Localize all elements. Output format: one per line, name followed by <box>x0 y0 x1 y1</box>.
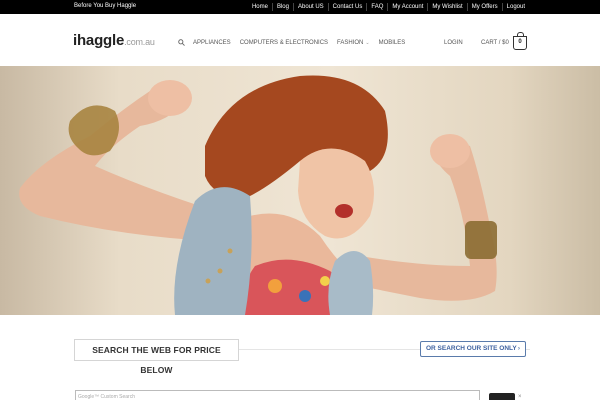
tagline: Before You Buy Haggle <box>74 3 137 9</box>
search-site-only-label: OR SEARCH OUR SITE ONLY <box>426 345 517 352</box>
top-link-contact[interactable]: Contact Us <box>327 3 367 11</box>
site-header: ihaggle.com.au APPLIANCES COMPUTERS & EL… <box>0 14 600 66</box>
cart-link[interactable]: CART / $0 <box>481 40 509 46</box>
nav-item-computers-electronics[interactable]: COMPUTERS & ELECTRONICS <box>240 40 328 46</box>
top-link-about[interactable]: About US <box>292 3 328 11</box>
top-link-faq[interactable]: FAQ <box>366 3 387 11</box>
nav-item-mobiles[interactable]: MOBILES <box>379 40 406 46</box>
top-link-home[interactable]: Home <box>248 3 272 11</box>
top-bar: Before You Buy Haggle Home Blog About US… <box>0 0 600 14</box>
login-link[interactable]: LOGIN <box>444 40 463 46</box>
search-web-title: SEARCH THE WEB FOR PRICE BELOW <box>74 339 239 375</box>
hero-banner <box>0 66 600 315</box>
logo-main: ihaggle <box>73 32 125 49</box>
cart-count: 0 <box>518 39 522 45</box>
custom-search-input[interactable]: Google™ Custom Search <box>75 390 480 400</box>
main-nav: APPLIANCES COMPUTERS & ELECTRONICS FASHI… <box>193 40 414 46</box>
logo-tld: .com.au <box>124 37 155 47</box>
search-site-only-button[interactable]: OR SEARCH OUR SITE ONLY › <box>420 341 526 357</box>
search-icon[interactable] <box>178 39 185 46</box>
hero-photo <box>19 75 497 315</box>
chevron-right-icon: › <box>517 345 520 352</box>
custom-search-placeholder: Google™ Custom Search <box>78 394 135 400</box>
top-link-my-offers[interactable]: My Offers <box>466 3 502 11</box>
nav-item-appliances[interactable]: APPLIANCES <box>193 40 231 46</box>
top-link-my-wishlist[interactable]: My Wishlist <box>427 3 466 11</box>
chevron-down-icon: ⌄ <box>365 40 370 46</box>
top-link-logout[interactable]: Logout <box>501 3 529 11</box>
clear-icon[interactable]: × <box>518 394 522 400</box>
site-logo[interactable]: ihaggle.com.au <box>73 32 155 49</box>
top-link-blog[interactable]: Blog <box>271 3 293 11</box>
custom-search-button[interactable] <box>489 393 515 400</box>
cart-icon[interactable]: 0 <box>513 32 527 50</box>
top-links: Home Blog About US Contact Us FAQ My Acc… <box>248 0 529 14</box>
top-link-my-account[interactable]: My Account <box>387 3 427 11</box>
nav-item-fashion-label: FASHION <box>337 40 364 46</box>
nav-item-fashion[interactable]: FASHION ⌄ <box>337 40 370 46</box>
divider-right <box>526 349 530 350</box>
